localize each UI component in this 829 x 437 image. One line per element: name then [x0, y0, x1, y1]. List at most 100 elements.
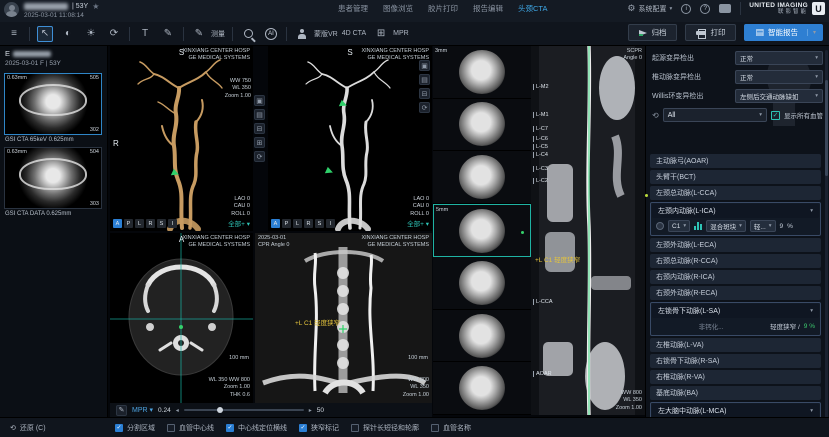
- cube-icon[interactable]: ⊟: [419, 88, 430, 99]
- orient-p-button[interactable]: P: [124, 219, 133, 228]
- artery-row-r-sa[interactable]: 右锁骨下动脉(R-SA): [650, 354, 821, 368]
- stenosis-degree-select[interactable]: 轻...▾: [750, 220, 776, 232]
- artery-row-ba[interactable]: 基底动脉(BA): [650, 386, 821, 400]
- tab-head-neck-cta[interactable]: 头颈CTA: [518, 3, 547, 14]
- refresh-icon[interactable]: ⟲: [652, 111, 659, 120]
- tab-film[interactable]: 胶片打印: [428, 3, 458, 14]
- series-thumbnail-2[interactable]: 0.63mm 504 303: [4, 147, 102, 209]
- reset-button[interactable]: ⟲ 还原 (C): [0, 423, 105, 433]
- vessel-filter-select[interactable]: All▾: [663, 108, 767, 122]
- lumen-slice-selected[interactable]: 5mm: [433, 204, 531, 258]
- show-all-vessels-checkbox[interactable]: ✓: [771, 111, 780, 120]
- text-annotation-tool[interactable]: T: [137, 26, 153, 42]
- mask-vr-tool[interactable]: [294, 26, 310, 42]
- lumen-slice[interactable]: 3mm: [433, 46, 531, 99]
- capture-icon[interactable]: ▣: [254, 95, 265, 106]
- detection-select[interactable]: 左侧后交通动脉缺如▾: [735, 89, 823, 103]
- capture-icon[interactable]: ▣: [419, 60, 430, 71]
- series-thumbnail-1[interactable]: 0.63mm 505 302: [4, 73, 102, 135]
- report-dropdown-icon[interactable]: ▾: [807, 29, 816, 36]
- stenosis-tag[interactable]: +L C1 轻度狭窄: [295, 317, 340, 327]
- film-icon[interactable]: ▤: [419, 74, 430, 85]
- star-icon[interactable]: ★: [92, 2, 99, 11]
- slider-thumb[interactable]: [217, 407, 223, 413]
- orient-s-button[interactable]: S: [157, 219, 166, 228]
- orient-i-button[interactable]: I: [326, 219, 335, 228]
- pencil-icon[interactable]: ✎: [116, 405, 127, 416]
- segment-select[interactable]: C1▾: [668, 220, 690, 232]
- artery-row-bct[interactable]: 头臂干(BCT): [650, 170, 821, 184]
- detection-select[interactable]: 正常▾: [735, 70, 823, 84]
- cta4d-button[interactable]: 4D CTA: [342, 30, 366, 37]
- ai-tool[interactable]: AI: [263, 26, 279, 42]
- checkbox-segmentation[interactable]: ✓分割区域: [115, 423, 155, 433]
- print-button[interactable]: 打印: [685, 24, 736, 41]
- help-icon[interactable]: ?: [700, 4, 710, 14]
- orient-r-button[interactable]: R: [146, 219, 155, 228]
- checkbox-probe-contour[interactable]: 探针长短径和轮廓: [351, 423, 419, 433]
- straightened-cpr-view[interactable]: SCPRAngle 0 L-M2 L-M1 L-C7 L-C6 L-C5 L-C…: [531, 46, 645, 415]
- artery-row-r-eca[interactable]: 右颈外动脉(R-ECA): [650, 286, 821, 300]
- layout-icon[interactable]: ≡: [6, 26, 22, 42]
- magnifier-tool[interactable]: [240, 26, 256, 42]
- smart-report-button[interactable]: ▤ 智能报告 ▾: [744, 24, 823, 41]
- orient-i-button[interactable]: I: [168, 219, 177, 228]
- slider-right-arrow[interactable]: ▸: [309, 407, 312, 414]
- artery-row-r-va[interactable]: 右椎动脉(R-VA): [650, 370, 821, 384]
- layout-icon[interactable]: ⊞: [254, 137, 265, 148]
- orient-l-button[interactable]: L: [135, 219, 144, 228]
- artery-row-r-ica[interactable]: 右颈内动脉(R-ICA): [650, 270, 821, 284]
- show-all-vessels-toggle[interactable]: 全部+ ▾: [407, 218, 429, 228]
- lumen-slice[interactable]: [433, 310, 531, 363]
- measure-tool[interactable]: ✎: [191, 26, 207, 42]
- orient-l-button[interactable]: L: [293, 219, 302, 228]
- slider-left-arrow[interactable]: ◂: [176, 407, 179, 414]
- brightness-tool[interactable]: ☀: [83, 26, 99, 42]
- viewport-cpr[interactable]: 2025-03-01CPR Angle 0 XINXIANG CENTER HO…: [255, 233, 432, 403]
- lumen-slice[interactable]: [433, 362, 531, 415]
- artery-row-l-mca[interactable]: 左大脑中动脉(L-MCA)▾: [652, 404, 819, 418]
- artery-row-l-cca[interactable]: 左颈总动脉(L-CCA): [650, 186, 821, 200]
- mpr-mode-select[interactable]: MPR ▾: [132, 406, 153, 414]
- checkbox-centerline[interactable]: 血管中心线: [167, 423, 214, 433]
- artery-row-l-eca[interactable]: 左颈外动脉(L-ECA): [650, 238, 821, 252]
- visibility-toggle[interactable]: [656, 222, 664, 230]
- lumen-chart-icon[interactable]: [694, 222, 702, 230]
- checkbox-vessel-names[interactable]: 血管名称: [431, 423, 471, 433]
- lumen-slice[interactable]: [433, 257, 531, 310]
- orient-s-button[interactable]: S: [315, 219, 324, 228]
- checkbox-stenosis-marks[interactable]: ✓狭窄标记: [299, 423, 339, 433]
- mpr-grid-icon[interactable]: ⊞: [373, 26, 389, 42]
- tab-images[interactable]: 图像浏览: [383, 3, 413, 14]
- orient-p-button[interactable]: P: [282, 219, 291, 228]
- artery-row-r-cca[interactable]: 右颈总动脉(R-CCA): [650, 254, 821, 268]
- reset-view-icon[interactable]: ⟳: [419, 102, 430, 113]
- contrast-tool[interactable]: ◐: [60, 26, 76, 42]
- detection-select[interactable]: 正常▾: [735, 51, 823, 65]
- panel-scrollbar[interactable]: [825, 50, 828, 421]
- artery-row-l-va[interactable]: 左椎动脉(L-VA): [650, 338, 821, 352]
- cursor-tool[interactable]: ↖: [37, 26, 53, 42]
- lumen-slice[interactable]: [433, 151, 531, 204]
- viewport-vr-gold[interactable]: S R XINXIANG CENTER HOSPGE MEDICAL SYSTE…: [110, 46, 253, 231]
- viewport-vr-gray[interactable]: S XINXIANG CENTER HOSPGE MEDICAL SYSTEMS…: [268, 46, 432, 231]
- mpr-button[interactable]: MPR: [393, 30, 409, 37]
- info-icon[interactable]: i: [681, 4, 691, 14]
- archive-button[interactable]: 归档: [628, 24, 677, 41]
- reset-view-icon[interactable]: ⟳: [254, 151, 265, 162]
- slice-slider[interactable]: [184, 409, 304, 411]
- feedback-icon[interactable]: [719, 4, 731, 13]
- artery-row-l-ica[interactable]: 左颈内动脉(L-ICA)▾: [652, 204, 819, 218]
- stenosis-tag[interactable]: +L C1 轻度狭窄: [535, 254, 580, 264]
- tab-report[interactable]: 报告编辑: [473, 3, 503, 14]
- orient-r-button[interactable]: R: [304, 219, 313, 228]
- system-config-menu[interactable]: ⚙ 系统配置 ▾: [627, 3, 672, 14]
- tab-patient[interactable]: 患者管理: [338, 3, 368, 14]
- artery-row-aoar[interactable]: 主动脉弓(AOAR): [650, 154, 821, 168]
- film-icon[interactable]: ▤: [254, 109, 265, 120]
- checkbox-centerline-crosshair[interactable]: ✓中心线定位横线: [226, 423, 287, 433]
- artery-row-l-sa[interactable]: 左锁骨下动脉(L-SA)▾: [652, 304, 819, 318]
- rotate-tool[interactable]: ⟳: [106, 26, 122, 42]
- plaque-type-select[interactable]: 混合斑块▾: [706, 220, 746, 232]
- viewport-axial-ct[interactable]: A XINXIANG CENTER HOSPGE MEDICAL SYSTEMS…: [110, 233, 253, 403]
